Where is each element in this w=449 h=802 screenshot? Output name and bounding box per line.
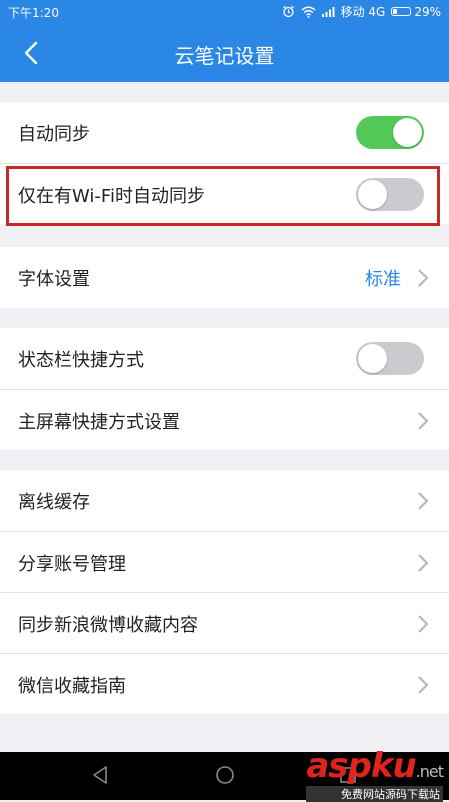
site-watermark: aspku.net 免费网站源码下载站 (306, 746, 444, 802)
back-triangle-icon[interactable] (90, 764, 110, 786)
weibo-sync-row[interactable]: 同步新浪微博收藏内容 (0, 592, 449, 653)
font-settings-row[interactable]: 字体设置 标准 (0, 247, 449, 308)
signal-icon (321, 7, 335, 17)
battery-percent: 29% (414, 4, 441, 19)
status-time: 下午1:20 (8, 6, 59, 20)
auto-sync-toggle[interactable] (356, 116, 424, 149)
chevron-right-icon (418, 615, 429, 633)
home-screen-shortcut-row[interactable]: 主屏幕快捷方式设置 (0, 389, 449, 450)
sync-settings-group: 自动同步 仅在有Wi-Fi时自动同步 (0, 102, 449, 224)
chevron-right-icon (418, 676, 429, 694)
carrier-label: 移动 4G (340, 5, 386, 19)
toggle-knob (358, 180, 387, 209)
wechat-guide-label: 微信收藏指南 (18, 676, 126, 697)
shortcut-settings-group: 状态栏快捷方式 主屏幕快捷方式设置 (0, 328, 449, 450)
misc-settings-group: 离线缓存 分享账号管理 同步新浪微博收藏内容 微信收藏指南 (0, 470, 449, 714)
toggle-knob (393, 118, 422, 147)
chevron-right-icon (418, 492, 429, 510)
status-bar-shortcut-row: 状态栏快捷方式 (0, 328, 449, 389)
battery-fill (393, 9, 398, 14)
home-screen-shortcut-label: 主屏幕快捷方式设置 (18, 412, 180, 433)
offline-cache-row[interactable]: 离线缓存 (0, 470, 449, 531)
wifi-only-sync-toggle[interactable] (356, 178, 424, 211)
wechat-guide-row[interactable]: 微信收藏指南 (0, 653, 449, 714)
share-account-row[interactable]: 分享账号管理 (0, 531, 449, 592)
wifi-icon (301, 6, 316, 18)
font-settings-value: 标准 (365, 269, 401, 290)
home-circle-icon[interactable] (214, 764, 236, 786)
auto-sync-row: 自动同步 (0, 102, 449, 163)
chevron-right-icon (418, 269, 429, 287)
offline-cache-label: 离线缓存 (18, 492, 90, 513)
wifi-only-sync-row: 仅在有Wi-Fi时自动同步 (0, 163, 449, 224)
toggle-knob (358, 344, 387, 373)
status-icons: 移动 4G 29% (282, 3, 441, 20)
header-bar: 云笔记设置 (0, 24, 449, 82)
chevron-right-icon (418, 554, 429, 572)
wifi-only-sync-label: 仅在有Wi-Fi时自动同步 (18, 186, 205, 207)
alarm-icon (282, 5, 294, 18)
font-settings-group: 字体设置 标准 (0, 247, 449, 308)
watermark-tld: .net (415, 762, 444, 781)
share-account-label: 分享账号管理 (18, 554, 126, 575)
battery-icon (391, 7, 412, 16)
status-bar-shortcut-toggle[interactable] (356, 342, 424, 375)
font-settings-label: 字体设置 (18, 269, 90, 290)
status-bar: 下午1:20 移动 4G 29% (0, 0, 449, 24)
page-title: 云笔记设置 (174, 44, 275, 68)
watermark-brand: aspku (306, 746, 416, 786)
status-bar-shortcut-label: 状态栏快捷方式 (18, 350, 144, 371)
weibo-sync-label: 同步新浪微博收藏内容 (18, 615, 198, 636)
chevron-right-icon (418, 412, 429, 430)
battery-indicator: 29% (391, 5, 441, 19)
auto-sync-label: 自动同步 (18, 124, 90, 145)
